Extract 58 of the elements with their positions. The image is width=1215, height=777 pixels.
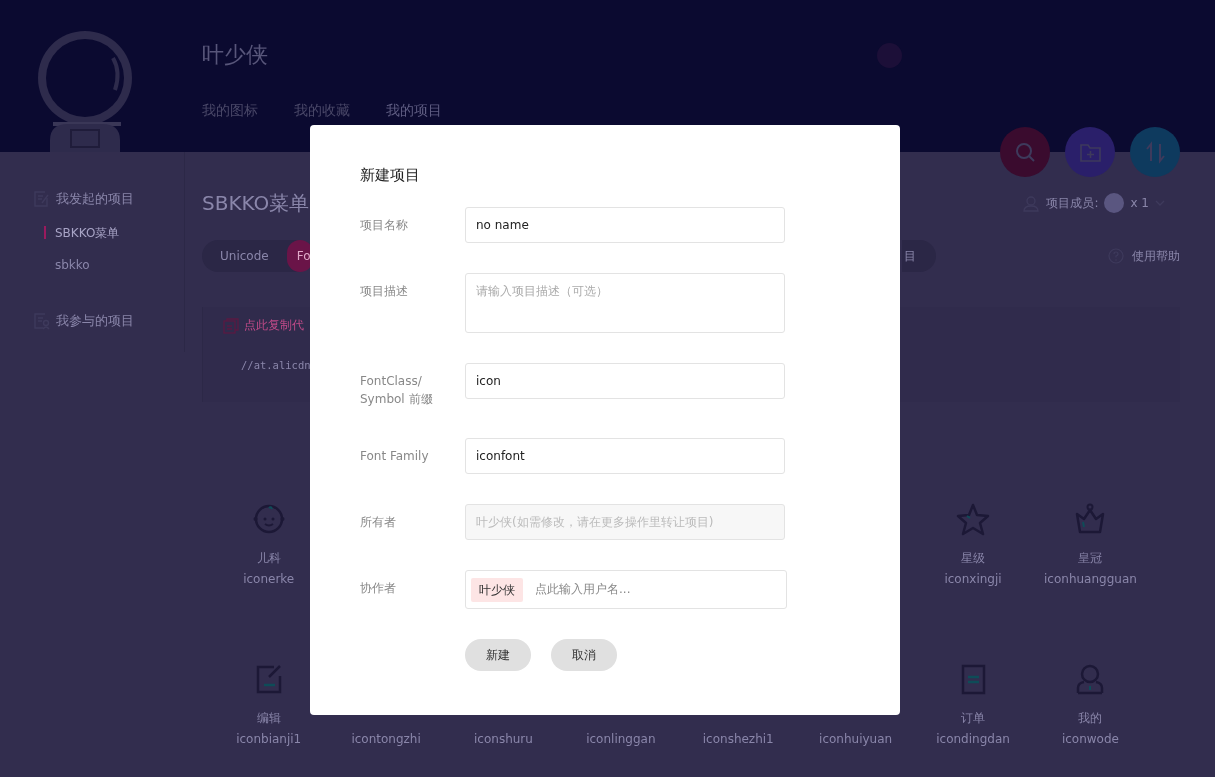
- format-tab[interactable]: Unicode: [202, 240, 287, 272]
- field-label: 项目描述: [360, 283, 409, 300]
- nav-tab[interactable]: 我的项目: [386, 102, 442, 124]
- member-avatar: [1104, 193, 1125, 213]
- icon-name: 编辑: [256, 710, 281, 726]
- code-snippet: //at.alicdn: [240, 359, 312, 371]
- input-field[interactable]: iconfont: [465, 438, 785, 474]
- icon-code: iconerke: [243, 572, 295, 586]
- icon-code: icondingdan: [936, 732, 1010, 746]
- icon-code: iconshezhi1: [702, 732, 774, 746]
- textarea-field[interactable]: 请输入项目描述（可选）: [465, 273, 785, 333]
- icon-code: iconhuangguan: [1044, 572, 1137, 586]
- sidebar-item[interactable]: SBKKO菜单: [55, 224, 120, 242]
- copy-icon: [223, 317, 239, 334]
- new-folder-button[interactable]: [1065, 127, 1115, 177]
- search-icon: [1013, 140, 1037, 164]
- nav-tab[interactable]: 我的图标: [202, 102, 258, 124]
- baby-face-icon: [251, 502, 286, 536]
- icon-name: 我的: [1078, 710, 1103, 726]
- icon-code: iconwode: [1061, 732, 1119, 746]
- nav-tab[interactable]: 我的收藏: [294, 102, 350, 124]
- format-tab[interactable]: Fo: [286, 240, 313, 272]
- dialog-button[interactable]: 取消: [551, 639, 617, 671]
- dialog-button[interactable]: 新建: [465, 639, 531, 671]
- sort-arrows-icon: [1143, 140, 1167, 164]
- icon-name: 星级: [961, 550, 986, 566]
- members-label: 项目成员:: [1046, 194, 1099, 212]
- icon-code: iconshuru: [474, 732, 533, 746]
- sidebar-group-title[interactable]: 我参与的项目: [56, 312, 134, 330]
- field-label: FontClass/ Symbol 前缀: [360, 373, 434, 408]
- field-label: Font Family: [360, 448, 430, 465]
- input-field[interactable]: icon: [465, 363, 785, 399]
- icon-code: iconxingji: [944, 572, 1002, 586]
- icon-code: iconhuiyuan: [819, 732, 893, 746]
- sidebar-group-title[interactable]: 我发起的项目: [56, 190, 134, 208]
- user-tag[interactable]: 叶少侠: [471, 577, 523, 602]
- icon-code: icontongzhi: [351, 732, 421, 746]
- icon-name: 订单: [961, 710, 986, 726]
- icon-name: 儿科: [256, 550, 281, 566]
- field-label: 协作者: [360, 580, 397, 597]
- field-label: 所有者: [360, 514, 397, 531]
- sort-button[interactable]: [1130, 127, 1180, 177]
- input-field[interactable]: no name: [465, 207, 785, 243]
- icon-code: iconbianji1: [236, 732, 302, 746]
- copy-code-link[interactable]: 点此复制代: [244, 317, 304, 334]
- field-label: 项目名称: [360, 217, 409, 234]
- icon-code: iconlinggan: [586, 732, 656, 746]
- user-name: 叶少侠: [202, 41, 269, 69]
- user-search-field[interactable]: 点此输入用户名...: [535, 581, 631, 598]
- star-icon: [956, 502, 991, 536]
- icon-name: 皇冠: [1078, 550, 1103, 566]
- search-button[interactable]: [1000, 127, 1050, 177]
- members-count: x 1: [1130, 196, 1149, 210]
- help-link[interactable]: 使用帮助: [1132, 247, 1180, 265]
- sidebar-item[interactable]: sbkko: [55, 258, 90, 272]
- dialog-title-text: 新建项目: [360, 166, 421, 186]
- project-title: SBKKO菜单: [202, 189, 310, 217]
- project-tab[interactable]: 目: [902, 240, 936, 272]
